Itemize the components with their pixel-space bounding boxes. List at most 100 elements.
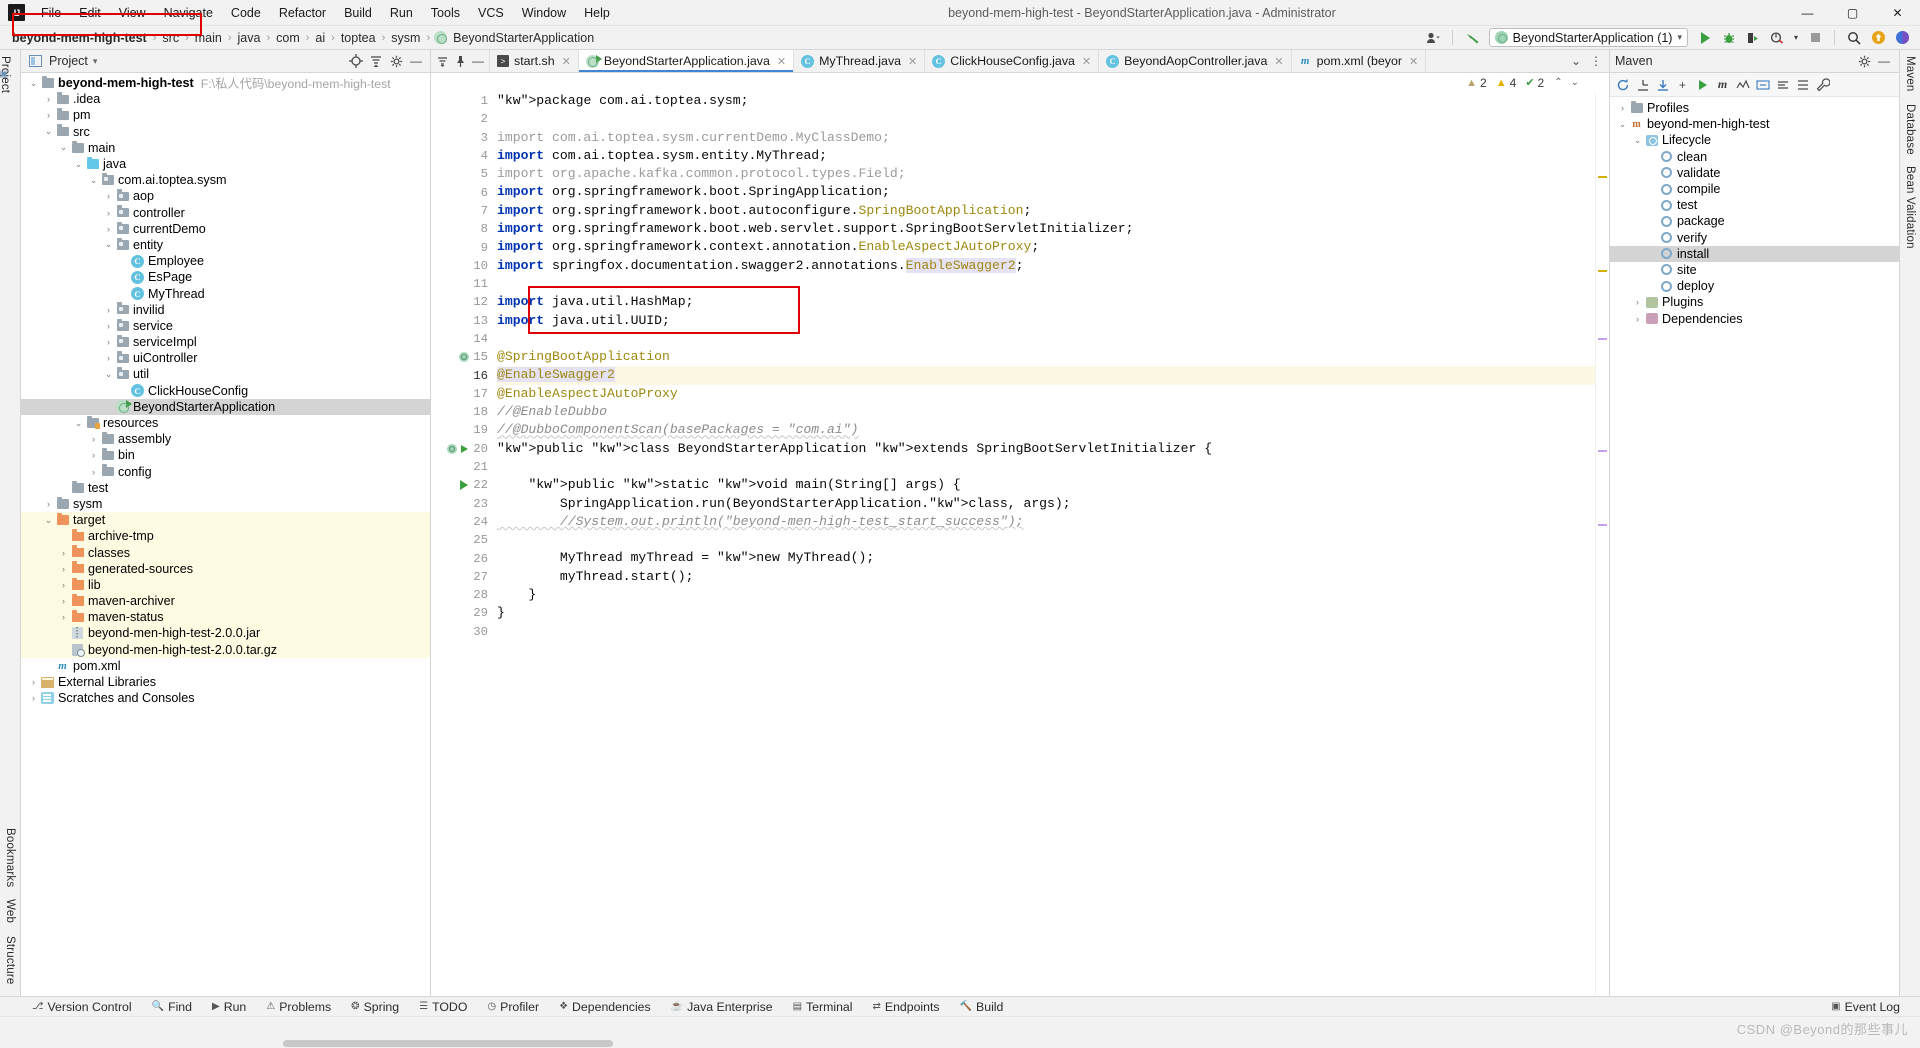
- expand-icon[interactable]: [433, 52, 451, 70]
- close-tab-icon[interactable]: ✕: [777, 55, 786, 68]
- chevron-down-icon[interactable]: ⌄: [57, 142, 70, 153]
- tree-node-invilid[interactable]: › invilid: [21, 302, 430, 318]
- toolwindow-build[interactable]: 🔨 Build: [950, 1000, 1014, 1014]
- chevron-down-icon[interactable]: ⌄: [27, 78, 40, 89]
- rail-item-bean-validation[interactable]: Bean Validation: [1904, 160, 1916, 255]
- plus-icon[interactable]: +: [1673, 75, 1692, 94]
- toolwindow-event-log[interactable]: ▣ Event Log: [1821, 1000, 1910, 1014]
- toolwindow-problems[interactable]: ⚠ Problems: [256, 1000, 341, 1014]
- skip-tests-icon[interactable]: [1753, 75, 1772, 94]
- rail-item-bookmarks[interactable]: Bookmarks: [4, 822, 16, 893]
- chevron-right-icon[interactable]: ›: [27, 693, 40, 703]
- pin-icon[interactable]: [451, 52, 469, 70]
- toolwindow-profiler[interactable]: ◷ Profiler: [477, 1000, 549, 1014]
- tree-node-validate[interactable]: validate: [1610, 165, 1899, 181]
- tree-node-target[interactable]: ⌄ target: [21, 512, 430, 529]
- add-maven-project-icon[interactable]: [1633, 75, 1652, 94]
- scrollbar-thumb[interactable]: [283, 1040, 613, 1047]
- tab-menu-icon[interactable]: ⋮: [1586, 52, 1606, 70]
- tree-node-config[interactable]: › config: [21, 464, 430, 480]
- menu-run[interactable]: Run: [381, 3, 422, 23]
- maven-gear-icon[interactable]: [1854, 52, 1874, 70]
- tree-node-test[interactable]: test: [1610, 197, 1899, 213]
- tree-node-pm[interactable]: › pm: [21, 107, 430, 123]
- chevron-down-icon[interactable]: ⌄: [1631, 135, 1644, 146]
- breadcrumb-main[interactable]: main: [193, 31, 224, 45]
- tree-node-scratches-and-consoles[interactable]: › Scratches and Consoles: [21, 690, 430, 706]
- chevron-right-icon[interactable]: ›: [87, 434, 100, 444]
- project-panel-chevron-icon[interactable]: ▾: [93, 56, 98, 67]
- tree-node-service[interactable]: › service: [21, 318, 430, 334]
- toggle-offline-icon[interactable]: [1733, 75, 1752, 94]
- tree-node-aop[interactable]: › aop: [21, 188, 430, 204]
- tree-node-beyond-men-high-test-2-0-0-jar[interactable]: beyond-men-high-test-2.0.0.jar: [21, 625, 430, 642]
- rail-item-web[interactable]: Web: [4, 893, 16, 929]
- run-configuration-selector[interactable]: BeyondStarterApplication (1) ▾: [1488, 28, 1688, 47]
- breadcrumb-src[interactable]: src: [160, 31, 181, 45]
- locate-icon[interactable]: [346, 52, 366, 70]
- reload-icon[interactable]: [1613, 75, 1632, 94]
- close-tab-icon[interactable]: ✕: [908, 55, 917, 68]
- close-tab-icon[interactable]: ✕: [562, 55, 571, 68]
- menu-refactor[interactable]: Refactor: [270, 3, 335, 23]
- project-tree[interactable]: ⌄ beyond-mem-high-test F:\私人代码\beyond-mem-…: [21, 73, 430, 996]
- breadcrumb-ai[interactable]: ai: [313, 31, 327, 45]
- tree-node-install[interactable]: install: [1610, 245, 1899, 262]
- editor-tab-mythread-java[interactable]: C MyThread.java ✕: [794, 50, 926, 72]
- hide-editor-icon[interactable]: —: [469, 52, 487, 70]
- chevron-right-icon[interactable]: ›: [102, 208, 115, 218]
- tree-node-employee[interactable]: C Employee: [21, 253, 430, 269]
- chevron-right-icon[interactable]: ›: [57, 548, 70, 558]
- chevron-right-icon[interactable]: ›: [57, 596, 70, 606]
- toolwindow-run[interactable]: ▶ Run: [202, 1000, 256, 1014]
- chevron-down-icon[interactable]: ⌄: [42, 126, 55, 137]
- editor-tab-start-sh[interactable]: > start.sh ✕: [490, 50, 579, 72]
- tree-node-site[interactable]: site: [1610, 262, 1899, 278]
- chevron-right-icon[interactable]: ›: [1616, 103, 1629, 113]
- breadcrumb-file[interactable]: BeyondStarterApplication: [434, 31, 596, 45]
- chevron-down-icon[interactable]: ⌄: [1616, 119, 1629, 130]
- error-stripe-markers[interactable]: [1595, 92, 1609, 996]
- download-sources-icon[interactable]: [1653, 75, 1672, 94]
- profiler-dropdown-icon[interactable]: ▾: [1791, 28, 1801, 48]
- chevron-right-icon[interactable]: ›: [27, 677, 40, 687]
- chevron-right-icon[interactable]: ›: [57, 580, 70, 590]
- chevron-right-icon[interactable]: ›: [57, 612, 70, 622]
- toolwindow-endpoints[interactable]: ⇄ Endpoints: [862, 1000, 949, 1014]
- tree-node-util[interactable]: ⌄ util: [21, 366, 430, 382]
- tree-node--idea[interactable]: › .idea: [21, 91, 430, 107]
- rail-item-database[interactable]: Database: [1904, 98, 1916, 161]
- tree-node-deploy[interactable]: deploy: [1610, 278, 1899, 294]
- tree-node-sysm[interactable]: › sysm: [21, 496, 430, 512]
- horizontal-scrollbar[interactable]: [0, 1038, 1920, 1048]
- tree-node-beyondstarterapplication[interactable]: BeyondStarterApplication: [21, 398, 430, 415]
- close-tab-icon[interactable]: ✕: [1274, 55, 1283, 68]
- breadcrumb-sysm[interactable]: sysm: [389, 31, 422, 45]
- code-editor[interactable]: 1 2 3 4 5 6 7 8 9 10 11 12 13 14 15 16 17 18 19 20 21 22 23 24 2…: [431, 92, 1609, 996]
- chevron-down-icon[interactable]: ⌄: [102, 239, 115, 250]
- tree-node-entity[interactable]: ⌄ entity: [21, 237, 430, 253]
- rail-item-structure[interactable]: Structure: [4, 930, 16, 990]
- run-class-gutter-icon[interactable]: [446, 443, 470, 458]
- run-with-coverage-button[interactable]: [1743, 28, 1763, 48]
- menu-edit[interactable]: Edit: [70, 3, 110, 23]
- tree-node-lib[interactable]: › lib: [21, 576, 430, 593]
- rail-item-project[interactable]: Project: [0, 50, 21, 99]
- tree-node-generated-sources[interactable]: › generated-sources: [21, 560, 430, 577]
- maven-tree[interactable]: › Profiles ⌄ m beyond-men-high-test ⌄ Lifecycl…: [1610, 97, 1899, 996]
- chevron-down-icon[interactable]: ⌄: [102, 369, 115, 380]
- tab-overflow-icon[interactable]: ⌄: [1566, 52, 1586, 70]
- editor-tab-beyondstarterapplication-java[interactable]: BeyondStarterApplication.java ✕: [578, 50, 795, 72]
- chevron-right-icon[interactable]: ›: [42, 94, 55, 104]
- expand-collapse-icon[interactable]: [1793, 75, 1812, 94]
- chevron-right-icon[interactable]: ›: [87, 450, 100, 460]
- chevron-down-icon[interactable]: ⌄: [87, 175, 100, 186]
- chevron-right-icon[interactable]: ›: [102, 191, 115, 201]
- tree-node-beyond-mem-high-test[interactable]: ⌄ beyond-mem-high-test F:\私人代码\beyond-mem-…: [21, 75, 430, 91]
- toolwindow-version-control[interactable]: ⎇ Version Control: [22, 1000, 142, 1014]
- tree-node-lifecycle[interactable]: ⌄ Lifecycle: [1610, 132, 1899, 148]
- maximize-button[interactable]: ▢: [1830, 0, 1875, 26]
- tree-node-pom-xml[interactable]: m pom.xml: [21, 658, 430, 674]
- menu-navigate[interactable]: Navigate: [155, 3, 222, 23]
- menu-view[interactable]: View: [110, 3, 155, 23]
